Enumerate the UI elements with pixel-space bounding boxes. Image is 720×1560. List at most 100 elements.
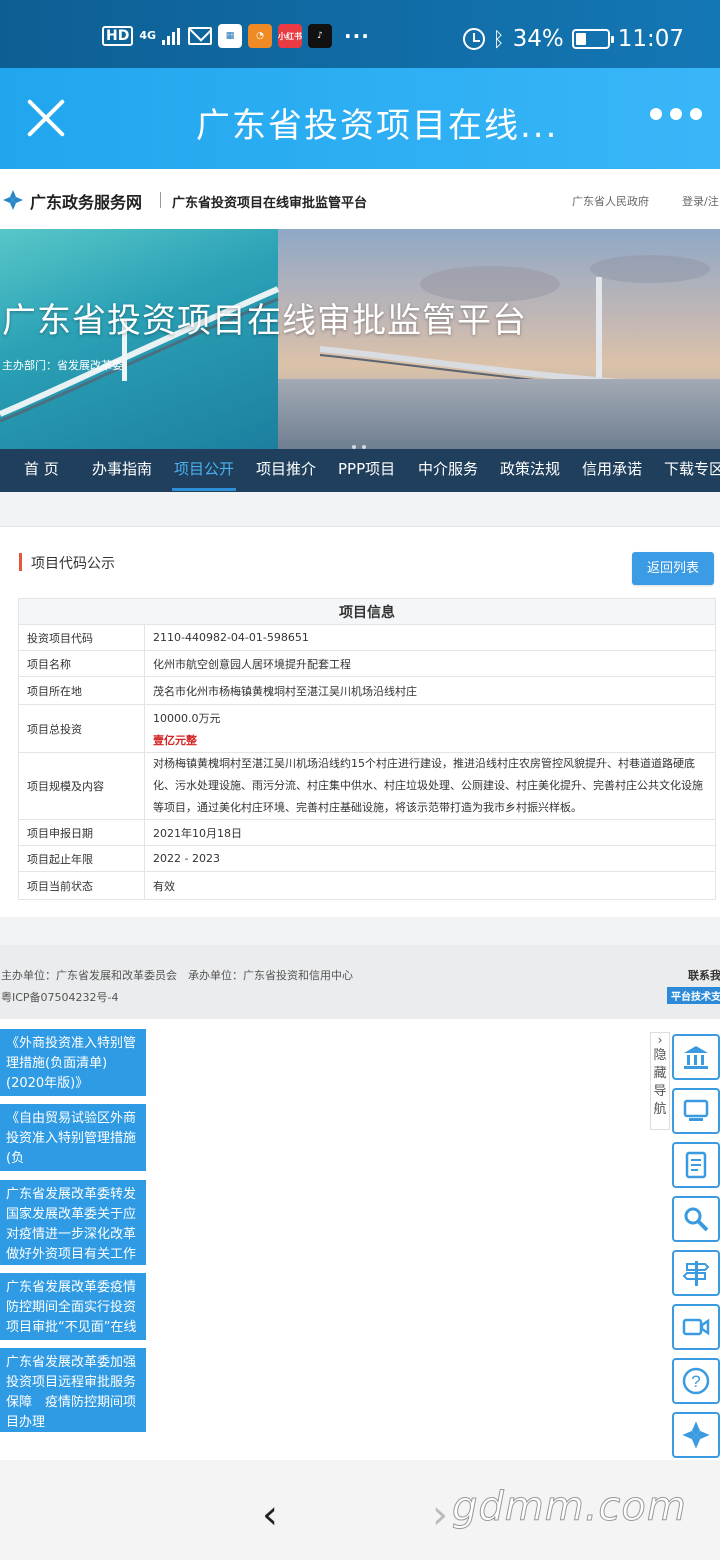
hd-badge: HD bbox=[102, 26, 134, 46]
signpost-icon[interactable] bbox=[672, 1250, 720, 1296]
app-titlebar: 广东省投资项目在线... bbox=[0, 68, 720, 169]
site-footer: 主办单位：广东省发展和改革委员会 承办单位：广东省投资和信用中心 粤ICP备07… bbox=[0, 945, 720, 1019]
notice-item[interactable]: 广东省发展改革委加强投资项目远程审批服务保障 疫情防控期间项目办理 bbox=[0, 1348, 146, 1432]
table-row: 项目起止年限 2022 - 2023 bbox=[18, 845, 716, 872]
svg-text:?: ? bbox=[691, 1372, 700, 1391]
banner-title: 广东省投资项目在线审批监管平台 bbox=[2, 301, 527, 341]
close-icon[interactable] bbox=[24, 96, 68, 140]
section-title: 项目代码公示 bbox=[31, 556, 115, 572]
gov-logo-icon bbox=[3, 190, 23, 210]
project-scope: 对杨梅镇黄槐垌村至湛江吴川机场沿线约15个村庄进行建设，推进沿线村庄农房管控风貌… bbox=[144, 752, 716, 820]
logo-icon[interactable] bbox=[672, 1412, 720, 1458]
project-info-panel: 项目代码公示 返回列表 项目信息 投资项目代码 2110-440982-04-0… bbox=[0, 526, 720, 917]
mail-icon bbox=[188, 27, 213, 45]
nav-downloads[interactable]: 下载专区 bbox=[664, 449, 720, 492]
nav-project-promotion[interactable]: 项目推介 bbox=[256, 449, 316, 492]
back-to-list-button[interactable]: 返回列表 bbox=[632, 552, 714, 585]
project-location: 茂名市化州市杨梅镇黄槐垌村至湛江吴川机场沿线村庄 bbox=[144, 676, 716, 705]
news-app-icon: ▦ bbox=[218, 24, 243, 48]
notice-item[interactable]: 广东省发展改革委转发国家发展改革委关于应对疫情进一步深化改革做好外资项目有关工作 bbox=[0, 1180, 146, 1265]
footer-organizers: 主办单位：广东省发展和改革委员会 承办单位：广东省投资和信用中心 bbox=[1, 969, 353, 982]
more-menu-icon[interactable] bbox=[650, 108, 702, 120]
signal-icon bbox=[162, 27, 182, 45]
video-icon[interactable] bbox=[672, 1304, 720, 1350]
site-name[interactable]: 广东政务服务网 bbox=[30, 189, 142, 213]
status-bar: HD 4G ▦ ◔ 小红书 ♪ ··· ᛒ 34% 11:07 bbox=[0, 0, 720, 68]
table-row: 项目申报日期 2021年10月18日 bbox=[18, 819, 716, 846]
notice-item[interactable]: 《自由贸易试验区外商投资准入特别管理措施(负 bbox=[0, 1104, 146, 1171]
nav-ppp[interactable]: PPP项目 bbox=[338, 449, 395, 492]
nav-agency-service[interactable]: 中介服务 bbox=[418, 449, 478, 492]
bluetooth-icon: ᛒ bbox=[492, 27, 505, 51]
tech-support-link[interactable]: 平台技术支 bbox=[667, 987, 720, 1004]
uc-browser-icon: ◔ bbox=[248, 24, 273, 48]
login-link[interactable]: 登录/注 bbox=[682, 193, 719, 209]
row-label: 项目申报日期 bbox=[18, 819, 145, 846]
notice-item[interactable]: 广东省发展改革委疫情防控期间全面实行投资项目审批“不见面”在线 bbox=[0, 1273, 146, 1340]
back-arrow-icon[interactable]: ‹ bbox=[262, 1492, 278, 1538]
application-date: 2021年10月18日 bbox=[144, 819, 716, 846]
row-label: 项目规模及内容 bbox=[18, 752, 145, 820]
tiktok-icon: ♪ bbox=[308, 24, 333, 48]
platform-name[interactable]: 广东省投资项目在线审批监管平台 bbox=[172, 192, 367, 211]
project-status: 有效 bbox=[144, 871, 716, 900]
section-marker bbox=[19, 553, 22, 571]
banner-sea bbox=[278, 379, 720, 449]
header-divider bbox=[160, 192, 161, 208]
spacer bbox=[0, 917, 720, 945]
table-row: 项目所在地 茂名市化州市杨梅镇黄槐垌村至湛江吴川机场沿线村庄 bbox=[18, 676, 716, 705]
row-label: 项目起止年限 bbox=[18, 845, 145, 872]
table-row: 项目当前状态 有效 bbox=[18, 871, 716, 900]
page-title: 广东省投资项目在线... bbox=[196, 106, 559, 146]
footer-icp[interactable]: 粤ICP备07504232号-4 bbox=[1, 989, 119, 1005]
total-investment: 10000.0万元 bbox=[153, 711, 221, 725]
computer-icon[interactable] bbox=[672, 1088, 720, 1134]
battery-fill bbox=[575, 33, 586, 45]
gov-link[interactable]: 广东省人民政府 bbox=[572, 193, 649, 209]
xiaohongshu-icon: 小红书 bbox=[278, 24, 303, 48]
more-notifications-icon: ··· bbox=[344, 24, 370, 48]
chevron-right-icon: › bbox=[657, 1033, 663, 1047]
watermark: gdmm.com bbox=[452, 1484, 687, 1531]
spacer bbox=[0, 492, 720, 526]
nav-policies[interactable]: 政策法规 bbox=[500, 449, 560, 492]
bank-icon[interactable] bbox=[672, 1034, 720, 1080]
table-row: 项目总投资 10000.0万元 壹亿元整 bbox=[18, 704, 716, 753]
row-label: 项目总投资 bbox=[18, 704, 145, 753]
notice-item[interactable]: 《外商投资准入特别管理措施(负面清单)(2020年版)》 bbox=[0, 1029, 146, 1096]
nav-credit[interactable]: 信用承诺 bbox=[582, 449, 642, 492]
browser-bottom-bar: ‹ › gdmm.com bbox=[0, 1460, 720, 1560]
investment-in-words: 壹亿元整 bbox=[153, 733, 197, 747]
project-name: 化州市航空创意园人居环境提升配套工程 bbox=[144, 650, 716, 677]
row-label: 项目当前状态 bbox=[18, 871, 145, 900]
clock: 11:07 bbox=[617, 26, 684, 52]
document-icon[interactable] bbox=[672, 1142, 720, 1188]
network-type: 4G bbox=[139, 29, 157, 42]
alarm-icon bbox=[462, 28, 485, 50]
project-code: 2110-440982-04-01-598651 bbox=[144, 624, 716, 651]
row-label: 项目所在地 bbox=[18, 676, 145, 705]
row-label: 项目名称 bbox=[18, 650, 145, 677]
help-icon[interactable]: ? bbox=[672, 1358, 720, 1404]
banner-subtitle: 主办部门：省发展改革委 bbox=[2, 359, 123, 372]
battery-icon bbox=[571, 29, 614, 49]
battery-percent: 34% bbox=[512, 26, 564, 52]
nav-project-public[interactable]: 项目公开 bbox=[171, 449, 237, 492]
table-row: 项目名称 化州市航空创意园人居环境提升配套工程 bbox=[18, 650, 716, 677]
hide-nav-toggle[interactable]: › 隐藏导航 bbox=[650, 1032, 670, 1130]
table-title: 项目信息 bbox=[18, 598, 716, 625]
main-nav: 首 页 办事指南 项目公开 项目推介 PPP项目 中介服务 政策法规 信用承诺 … bbox=[0, 449, 720, 492]
forward-arrow-icon[interactable]: › bbox=[432, 1492, 448, 1538]
total-investment-cell: 10000.0万元 壹亿元整 bbox=[144, 704, 716, 753]
site-header: 广东政务服务网 广东省投资项目在线审批监管平台 广东省人民政府 登录/注 bbox=[0, 169, 720, 229]
hide-nav-label: 隐藏导航 bbox=[653, 1048, 667, 1117]
table-row: 项目规模及内容 对杨梅镇黄槐垌村至湛江吴川机场沿线约15个村庄进行建设，推进沿线… bbox=[18, 752, 716, 820]
project-period: 2022 - 2023 bbox=[144, 845, 716, 872]
nav-home[interactable]: 首 页 bbox=[24, 449, 59, 492]
search-icon[interactable] bbox=[672, 1196, 720, 1242]
project-info-table: 项目信息 投资项目代码 2110-440982-04-01-598651 项目名… bbox=[18, 598, 716, 900]
row-label: 投资项目代码 bbox=[18, 624, 145, 651]
nav-guide[interactable]: 办事指南 bbox=[92, 449, 152, 492]
table-row: 投资项目代码 2110-440982-04-01-598651 bbox=[18, 624, 716, 651]
contact-link[interactable]: 联系我 bbox=[688, 967, 720, 983]
